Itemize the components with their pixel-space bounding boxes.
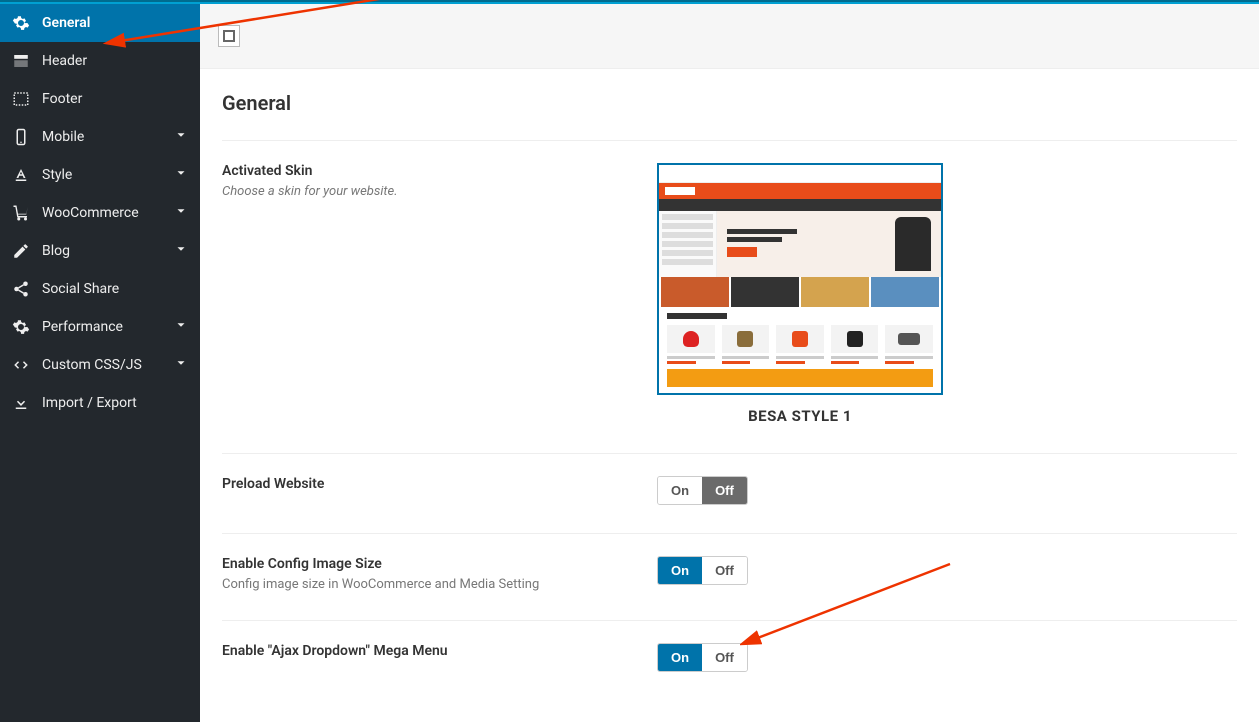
toggle-enable-config-image-size[interactable]: On Off xyxy=(657,556,748,585)
sidebar-item-custom-css-js[interactable]: Custom CSS/JS xyxy=(0,346,200,384)
field-enable-ajax-dropdown: Enable "Ajax Dropdown" Mega Menu On Off xyxy=(222,621,1237,700)
page-title: General xyxy=(222,91,1237,115)
sidebar-item-label: Footer xyxy=(42,91,82,107)
field-label: Activated Skin xyxy=(222,163,657,179)
field-label-area: Enable Config Image Size Config image si… xyxy=(222,556,657,592)
share-icon xyxy=(12,280,30,298)
field-control-area: On Off xyxy=(657,476,1237,505)
field-label-area: Activated Skin Choose a skin for your we… xyxy=(222,163,657,425)
sidebar-item-header[interactable]: Header xyxy=(0,42,200,80)
code-icon xyxy=(12,356,30,374)
sidebar-item-label: Performance xyxy=(42,319,123,335)
field-preload-website: Preload Website On Off xyxy=(222,454,1237,534)
download-icon xyxy=(12,394,30,412)
app-frame: General Header Footer Mobile Style WooCo… xyxy=(0,4,1259,722)
field-description: Choose a skin for your website. xyxy=(222,184,657,199)
layout-footer-icon xyxy=(12,90,30,108)
sidebar-item-label: Blog xyxy=(42,243,70,259)
skin-option[interactable]: BESA STYLE 1 xyxy=(657,163,943,425)
main-panel: General Activated Skin Choose a skin for… xyxy=(200,4,1259,722)
toggle-off-button[interactable]: Off xyxy=(702,644,747,671)
sidebar-item-social[interactable]: Social Share xyxy=(0,270,200,308)
sidebar-item-mobile[interactable]: Mobile xyxy=(0,118,200,156)
sidebar-item-label: Custom CSS/JS xyxy=(42,357,142,373)
settings-content: General Activated Skin Choose a skin for… xyxy=(200,69,1259,722)
toggle-enable-ajax-dropdown[interactable]: On Off xyxy=(657,643,748,672)
sidebar-item-label: General xyxy=(42,15,90,31)
sidebar-item-label: WooCommerce xyxy=(42,205,139,221)
toggle-off-button[interactable]: Off xyxy=(702,557,747,584)
sidebar-item-general[interactable]: General xyxy=(0,4,200,42)
field-control-area: On Off xyxy=(657,556,1237,592)
chevron-down-icon xyxy=(174,242,188,260)
toggle-preload-website[interactable]: On Off xyxy=(657,476,748,505)
cart-icon xyxy=(12,204,30,222)
field-enable-config-image-size: Enable Config Image Size Config image si… xyxy=(222,534,1237,621)
pencil-icon xyxy=(12,242,30,260)
field-label-area: Enable "Ajax Dropdown" Mega Menu xyxy=(222,643,657,672)
text-style-icon xyxy=(12,166,30,184)
chevron-down-icon xyxy=(174,128,188,146)
field-label: Preload Website xyxy=(222,476,657,492)
sidebar-item-label: Social Share xyxy=(42,281,119,297)
toggle-off-button[interactable]: Off xyxy=(702,477,747,504)
sidebar-item-label: Style xyxy=(42,167,72,183)
skin-preview-image xyxy=(657,163,943,395)
field-control-area: On Off xyxy=(657,643,1237,672)
main-toolbar xyxy=(200,4,1259,69)
sidebar-item-label: Header xyxy=(42,53,87,69)
chevron-down-icon xyxy=(174,166,188,184)
gear-icon xyxy=(12,318,30,336)
sidebar-item-footer[interactable]: Footer xyxy=(0,80,200,118)
layout-header-icon xyxy=(12,52,30,70)
chevron-down-icon xyxy=(174,204,188,222)
skin-name-label: BESA STYLE 1 xyxy=(657,407,943,425)
sidebar-item-woocommerce[interactable]: WooCommerce xyxy=(0,194,200,232)
field-activated-skin: Activated Skin Choose a skin for your we… xyxy=(222,140,1237,454)
chevron-down-icon xyxy=(174,356,188,374)
sidebar-item-label: Mobile xyxy=(42,129,84,145)
field-label: Enable "Ajax Dropdown" Mega Menu xyxy=(222,643,657,659)
mobile-icon xyxy=(12,128,30,146)
toggle-on-button[interactable]: On xyxy=(658,644,702,671)
toggle-on-button[interactable]: On xyxy=(658,477,702,504)
field-description: Config image size in WooCommerce and Med… xyxy=(222,577,657,592)
sidebar-item-style[interactable]: Style xyxy=(0,156,200,194)
sidebar-item-label: Import / Export xyxy=(42,395,137,411)
sidebar-item-performance[interactable]: Performance xyxy=(0,308,200,346)
chevron-down-icon xyxy=(174,318,188,336)
settings-sidebar: General Header Footer Mobile Style WooCo… xyxy=(0,4,200,722)
toggle-on-button[interactable]: On xyxy=(658,557,702,584)
sidebar-item-import-export[interactable]: Import / Export xyxy=(0,384,200,422)
field-control-area: BESA STYLE 1 xyxy=(657,163,1237,425)
expand-panel-button[interactable] xyxy=(218,25,240,47)
field-label-area: Preload Website xyxy=(222,476,657,505)
gear-icon xyxy=(12,14,30,32)
sidebar-item-blog[interactable]: Blog xyxy=(0,232,200,270)
field-label: Enable Config Image Size xyxy=(222,556,657,572)
